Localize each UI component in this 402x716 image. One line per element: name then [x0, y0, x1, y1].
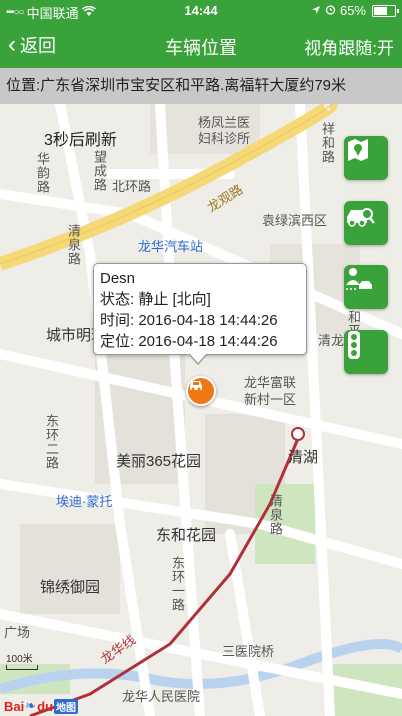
alarm-icon [325, 3, 336, 18]
map-label-jinxiu: 锦绣御园 [40, 579, 101, 596]
battery-icon [372, 4, 399, 17]
map-label-meili365: 美丽365花园 [116, 453, 202, 470]
traffic-light-icon [348, 331, 360, 359]
car-search-icon [347, 208, 375, 227]
person-car-button[interactable] [344, 265, 388, 309]
view-follow-toggle[interactable]: 视角跟随:开 [304, 34, 394, 59]
scale-label: 100米 [6, 654, 33, 665]
nav-bar: ‹ 返回 车辆位置 视角跟随:开 [0, 22, 402, 68]
vehicle-status: 状态: 静止 [北向] [100, 291, 211, 308]
map-label-donghuan-road: 东环一路 [170, 556, 185, 612]
vehicle-info-popup: Desn 状态: 静止 [北向] 时间: 2016-04-18 14:44:26… [93, 263, 307, 365]
car-search-button[interactable] [344, 201, 388, 245]
person-car-icon [346, 268, 372, 290]
map-pin-button[interactable] [344, 136, 388, 180]
address-bar: 位置:广东省深圳市宝安区和平路.离福轩大厦约79米 [0, 68, 402, 104]
map-label-hospital: 龙华人民医院 [122, 689, 201, 704]
map-label-xincun: 新村一区 [244, 392, 297, 407]
location-arrow-icon [311, 3, 321, 18]
vehicle-locate-time: 定位: 2016-04-18 14:44:26 [100, 333, 278, 350]
map-label-xiangli-road: 祥和路 [320, 122, 335, 164]
car-icon [190, 381, 202, 391]
map-label-aidimengtuo: 埃迪·蒙托 [56, 494, 113, 509]
map-view[interactable]: 3秒后刷新 杨凤兰医 妇科诊所 祥和路 华韵路 望成路 北环路 龙观路 袁绿滨西… [0, 104, 402, 716]
map-label-qingquan-road-2: 清泉路 [268, 494, 283, 536]
traffic-light-button[interactable] [344, 330, 388, 374]
map-label-guangchang: 广场 [4, 625, 31, 640]
map-label-bus-station: 龙华汽车站 [138, 239, 204, 254]
vehicle-marker[interactable] [186, 376, 216, 406]
map-label-qinghu: 清湖 [288, 449, 319, 466]
map-background [0, 104, 402, 716]
map-label-huaqian-road: 华韵路 [35, 152, 50, 194]
map-label-qingquan-road: 清泉路 [66, 224, 81, 266]
map-label-clinic: 妇科诊所 [198, 131, 251, 146]
map-label-sanyiyuan: 三医院桥 [222, 644, 275, 659]
map-scale: 100米 [6, 650, 38, 670]
baidu-map-logo: Bai ❧ du 地图 [4, 698, 79, 714]
vehicle-time: 时间: 2016-04-18 14:44:26 [100, 312, 278, 329]
status-bar: •••○○ 中国联通 14:44 65% [0, 0, 402, 22]
map-label-beihuan-road: 北环路 [112, 179, 152, 194]
vehicle-name: Desn [100, 270, 136, 287]
refresh-countdown: 3秒后刷新 [44, 132, 117, 149]
map-label-donghe: 东和花园 [156, 527, 217, 544]
map-label-yuanlvbin: 袁绿滨西区 [262, 213, 328, 228]
battery-percent: 65% [339, 3, 366, 18]
paw-icon: ❧ [25, 698, 37, 713]
map-label-wangcheng-road: 望成路 [92, 150, 107, 192]
map-label-dongdayi-road: 东环二路 [44, 414, 59, 470]
map-pin-icon [348, 139, 368, 161]
